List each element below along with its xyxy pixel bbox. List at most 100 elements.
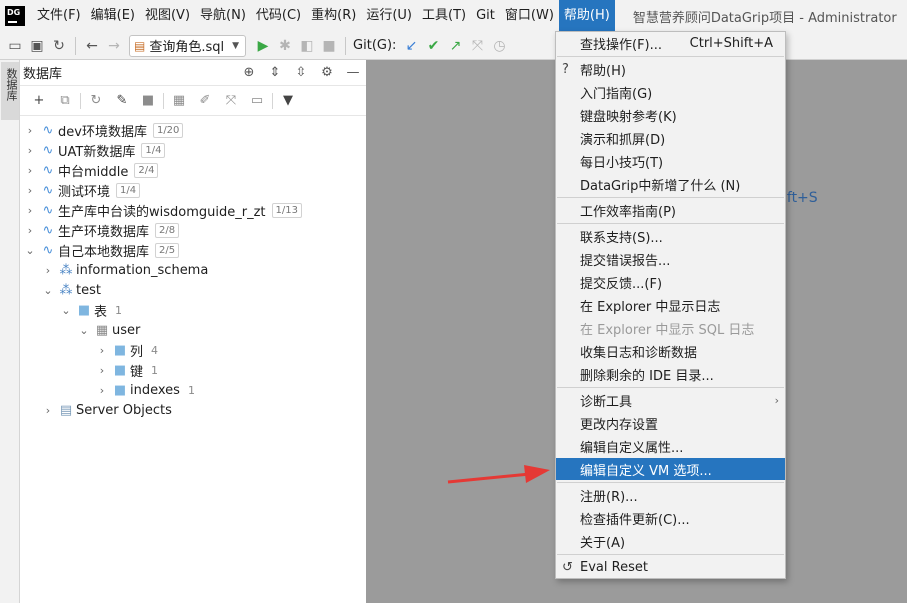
menu-item-tip-of-day[interactable]: 每日小技巧(T)	[556, 150, 785, 172]
table-icon[interactable]: ▦	[166, 93, 192, 108]
menu-item-whats-new[interactable]: DataGrip中新增了什么 (N)	[556, 173, 785, 195]
tree-item[interactable]: ⌄ ⁂ test	[40, 280, 101, 300]
tree-item[interactable]: › ∿ 生产库中台读的wisdomguide_r_zt 1/13	[22, 200, 302, 220]
locate-icon[interactable]: ⊕	[236, 65, 262, 80]
tree-item[interactable]: › ∿ dev环境数据库 1/20	[22, 120, 184, 140]
open-folder-icon[interactable]: ▭	[4, 35, 26, 57]
gear-icon[interactable]: ⚙	[314, 65, 340, 80]
chevron-right-icon[interactable]: ›	[40, 404, 56, 417]
stop-icon[interactable]: ■	[318, 35, 340, 57]
menu-item-submit-bug[interactable]: 提交错误报告...	[556, 248, 785, 270]
chevron-right-icon[interactable]: ›	[40, 264, 56, 277]
tree-item[interactable]: › ⁂ information_schema	[40, 260, 209, 280]
jump-icon[interactable]: ⤧	[218, 93, 244, 108]
menu-item-keymap-reference[interactable]: 键盘映射参考(K)	[556, 104, 785, 126]
properties-icon[interactable]: ✎	[109, 93, 135, 108]
minimize-icon[interactable]: —	[340, 65, 366, 80]
chevron-down-icon[interactable]: ⌄	[40, 284, 56, 297]
chevron-right-icon[interactable]: ›	[94, 344, 110, 357]
menu-window[interactable]: 窗口(W)	[500, 0, 559, 32]
tree-item[interactable]: ⌄ ∿ 自己本地数据库 2/5	[22, 240, 180, 260]
console-icon[interactable]: ▭	[244, 93, 270, 108]
copy-icon[interactable]: ⧉	[52, 93, 78, 108]
menu-help[interactable]: 帮助(H)	[558, 0, 615, 32]
filter-icon[interactable]: ▼	[275, 93, 301, 108]
menu-item-productivity-guide[interactable]: 工作效率指南(P)	[556, 199, 785, 221]
chevron-right-icon[interactable]: ›	[94, 364, 110, 377]
menu-item-contact-support[interactable]: 联系支持(S)...	[556, 225, 785, 247]
git-commit-icon[interactable]: ✔	[422, 35, 444, 57]
tree-item[interactable]: › ∿ 测试环境 1/4	[22, 180, 141, 200]
menu-item-show-log[interactable]: 在 Explorer 中显示日志	[556, 294, 785, 316]
tree-item[interactable]: › ∿ UAT新数据库 1/4	[22, 140, 166, 160]
menu-item-submit-feedback[interactable]: 提交反馈...(F)	[556, 271, 785, 293]
menu-item-edit-custom-vm-options[interactable]: 编辑自定义 VM 选项...	[556, 458, 785, 480]
tree-item[interactable]: › ▤ Server Objects	[40, 400, 172, 420]
chevron-right-icon[interactable]: ›	[22, 204, 38, 217]
toolbar-divider	[163, 92, 164, 109]
tree-item[interactable]: › ■ 列 4	[94, 340, 158, 360]
menu-item-check-updates[interactable]: 检查插件更新(C)...	[556, 507, 785, 529]
menu-code[interactable]: 代码(C)	[251, 0, 306, 32]
chevron-down-icon[interactable]: ⌄	[58, 304, 74, 317]
menu-refactor[interactable]: 重构(R)	[306, 0, 361, 32]
editor-shortcut-hint: ift+S	[783, 190, 818, 206]
tree-item[interactable]: › ■ indexes 1	[94, 380, 195, 400]
menu-view[interactable]: 视图(V)	[140, 0, 195, 32]
refresh-icon[interactable]: ↻	[83, 93, 109, 108]
menu-item-getting-started[interactable]: 入门指南(G)	[556, 81, 785, 103]
chevron-right-icon[interactable]: ›	[22, 184, 38, 197]
chevron-right-icon[interactable]: ›	[94, 384, 110, 397]
chevron-right-icon[interactable]: ›	[22, 224, 38, 237]
add-icon[interactable]: +	[26, 93, 52, 108]
edit-icon[interactable]: ✐	[192, 93, 218, 108]
chevron-right-icon[interactable]: ›	[22, 124, 38, 137]
back-icon[interactable]: ←	[81, 35, 103, 57]
datasource-icon: ∿	[42, 202, 54, 218]
menu-item-register[interactable]: 注册(R)...	[556, 484, 785, 506]
menu-file[interactable]: 文件(F)	[32, 0, 86, 32]
menu-item-eval-reset[interactable]: ↺ Eval Reset	[556, 556, 785, 578]
git-compare-icon[interactable]: ⤧	[466, 35, 488, 57]
menu-item-about[interactable]: 关于(A)	[556, 530, 785, 552]
menu-navigate[interactable]: 导航(N)	[195, 0, 251, 32]
stop-icon[interactable]: ■	[135, 93, 161, 108]
expand-all-icon[interactable]: ⇕	[262, 65, 288, 80]
menu-item-help[interactable]: ? 帮助(H)	[556, 58, 785, 80]
menu-tools[interactable]: 工具(T)	[417, 0, 471, 32]
tree-item[interactable]: › ■ 键 1	[94, 360, 158, 380]
menu-item-edit-custom-properties[interactable]: 编辑自定义属性...	[556, 435, 785, 457]
chevron-down-icon[interactable]: ⌄	[22, 244, 38, 257]
chevron-right-icon[interactable]: ›	[22, 164, 38, 177]
collapse-all-icon[interactable]: ⇳	[288, 65, 314, 80]
coverage-icon[interactable]: ◧	[296, 35, 318, 57]
database-tool-tab[interactable]: 数据库	[1, 62, 19, 120]
git-history-icon[interactable]: ◷	[488, 35, 510, 57]
tree-item[interactable]: › ∿ 中台middle 2/4	[22, 160, 159, 180]
forward-icon[interactable]: →	[103, 35, 125, 57]
run-icon[interactable]: ▶	[252, 35, 274, 57]
menu-edit[interactable]: 编辑(E)	[86, 0, 140, 32]
chevron-right-icon[interactable]: ›	[22, 144, 38, 157]
run-configuration-select[interactable]: ▤ 查询角色.sql ▼	[129, 34, 247, 57]
save-icon[interactable]: ▣	[26, 35, 48, 57]
menu-item-find-action[interactable]: 查找操作(F)... Ctrl+Shift+A	[556, 32, 785, 54]
menu-item-diagnostic-tools[interactable]: 诊断工具 ›	[556, 389, 785, 411]
git-push-icon[interactable]: ↗	[444, 35, 466, 57]
tree-item[interactable]: ⌄ ■ 表 1	[58, 300, 122, 320]
folder-icon: ■	[77, 302, 91, 318]
sync-icon[interactable]: ↻	[48, 35, 70, 57]
chevron-down-icon[interactable]: ⌄	[76, 324, 92, 337]
menu-run[interactable]: 运行(U)	[361, 0, 417, 32]
menu-item-change-memory[interactable]: 更改内存设置	[556, 412, 785, 434]
menu-item-show-sql-log: 在 Explorer 中显示 SQL 日志	[556, 317, 785, 339]
menu-item-delete-ide-dirs[interactable]: 删除剩余的 IDE 目录...	[556, 363, 785, 385]
menu-item-demos[interactable]: 演示和抓屏(D)	[556, 127, 785, 149]
git-update-icon[interactable]: ↙	[400, 35, 422, 57]
menu-git[interactable]: Git	[471, 0, 500, 32]
menu-item-collect-logs[interactable]: 收集日志和诊断数据	[556, 340, 785, 362]
debug-icon[interactable]: ✱	[274, 35, 296, 57]
tree-item[interactable]: › ∿ 生产环境数据库 2/8	[22, 220, 180, 240]
tree-item[interactable]: ⌄ ▦ user	[76, 320, 140, 340]
git-label: Git(G):	[353, 38, 397, 53]
